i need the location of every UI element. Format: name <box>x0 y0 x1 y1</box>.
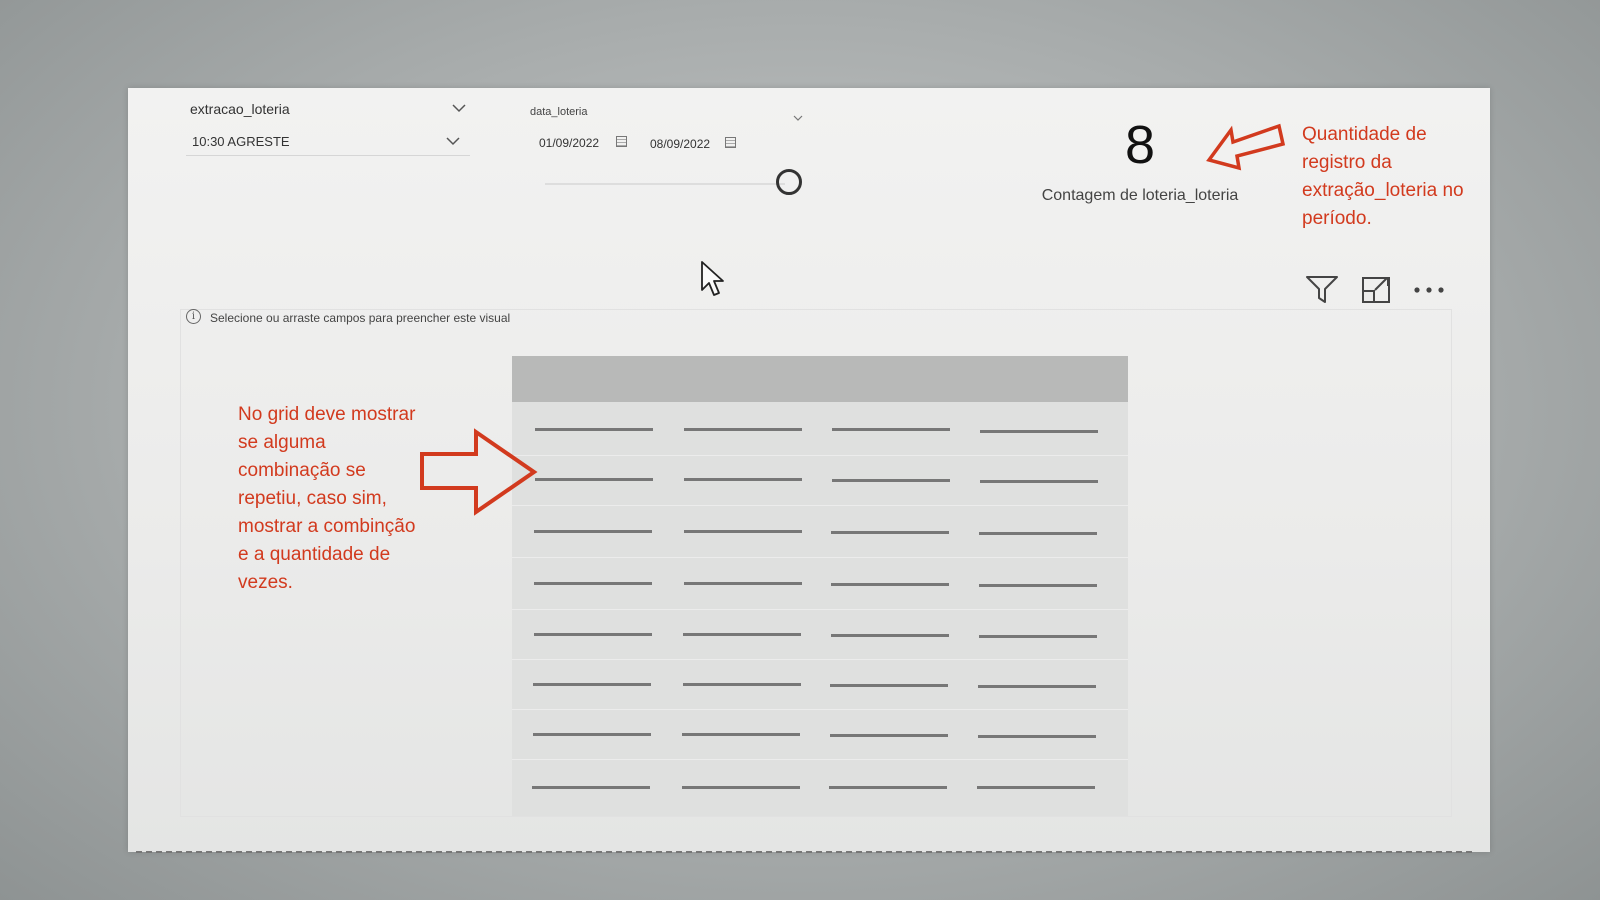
table-placeholder-row-divider <box>512 759 1128 760</box>
calendar-icon[interactable] <box>725 137 736 148</box>
chevron-down-icon[interactable] <box>793 109 803 125</box>
table-placeholder-cell <box>829 786 947 789</box>
table-placeholder-row-divider <box>512 455 1128 456</box>
table-placeholder-cell <box>682 733 800 736</box>
annotation-line: vezes. <box>238 572 293 593</box>
table-placeholder-header <box>512 356 1128 402</box>
focus-mode-icon[interactable] <box>1360 274 1392 304</box>
table-placeholder-cell <box>977 786 1095 789</box>
visual-placeholder-text: Selecione ou arraste campos para preench… <box>210 311 511 325</box>
table-placeholder-row-divider <box>512 505 1128 506</box>
date-range-track[interactable] <box>545 183 785 185</box>
table-placeholder-cell <box>534 633 652 636</box>
table-placeholder-cell <box>684 478 802 481</box>
annotation-line: extração_loteria no <box>1302 180 1464 201</box>
table-placeholder-cell <box>832 428 950 431</box>
calendar-icon[interactable] <box>616 136 627 147</box>
table-placeholder-cell <box>831 531 949 534</box>
annotation-line: registro da <box>1302 152 1392 173</box>
table-placeholder-cell <box>684 582 802 585</box>
table-placeholder-cell <box>535 478 653 481</box>
table-placeholder-row-divider <box>512 709 1128 710</box>
date-range-slider-handle[interactable] <box>776 169 802 195</box>
end-date-input[interactable]: 08/09/2022 <box>650 137 710 151</box>
chevron-down-icon[interactable] <box>452 100 466 116</box>
annotation-line: se alguma <box>238 432 326 453</box>
table-placeholder-cell <box>533 683 651 686</box>
table-placeholder-cell <box>684 530 802 533</box>
more-options-icon[interactable] <box>1413 286 1447 294</box>
table-placeholder-cell <box>535 428 653 431</box>
table-placeholder-cell <box>978 735 1096 738</box>
mouse-cursor-icon <box>701 261 724 296</box>
table-placeholder-cell <box>831 583 949 586</box>
annotation-line: No grid deve mostrar <box>238 404 416 425</box>
slicer-divider <box>186 155 470 156</box>
annotation-line: período. <box>1302 208 1372 229</box>
table-placeholder-cell <box>979 584 1097 587</box>
info-icon: i <box>186 309 201 324</box>
table-placeholder-row-divider <box>512 659 1128 660</box>
slicer-data-title: data_loteria <box>530 106 588 118</box>
table-placeholder-cell <box>683 633 801 636</box>
annotation-line: Quantidade de <box>1302 124 1427 145</box>
table-placeholder-row-divider <box>512 557 1128 558</box>
chevron-down-icon[interactable] <box>446 133 460 149</box>
slicer-extracao-title: extracao_loteria <box>190 101 290 117</box>
annotation-line: e a quantidade de <box>238 544 391 565</box>
canvas-page-border <box>136 851 1472 853</box>
table-placeholder-cell <box>533 733 651 736</box>
table-placeholder-cell <box>830 734 948 737</box>
filter-icon[interactable] <box>1305 274 1339 304</box>
table-placeholder-cell <box>980 430 1098 433</box>
table-placeholder-cell <box>534 582 652 585</box>
card-label: Contagem de loteria_loteria <box>1041 187 1239 204</box>
card-value: 8 <box>1124 115 1156 175</box>
annotation-card-note: Quantidade de registro da extração_loter… <box>1302 121 1492 233</box>
slicer-extracao-dropdown[interactable]: 10:30 AGRESTE <box>192 134 290 149</box>
annotation-arrow-left-icon <box>1206 123 1286 171</box>
table-placeholder-cell <box>979 532 1097 535</box>
annotation-line: repetiu, caso sim, <box>238 488 387 509</box>
table-placeholder-row-divider <box>512 609 1128 610</box>
start-date-input[interactable]: 01/09/2022 <box>539 136 599 150</box>
table-placeholder-cell <box>979 635 1097 638</box>
annotation-line: mostrar a combinção <box>238 516 416 537</box>
table-placeholder-cell <box>532 786 650 789</box>
table-placeholder-cell <box>830 684 948 687</box>
table-placeholder-cell <box>831 634 949 637</box>
table-placeholder-cell <box>832 479 950 482</box>
table-placeholder-cell <box>682 786 800 789</box>
annotation-line: combinação se <box>238 460 366 481</box>
table-placeholder-cell <box>683 683 801 686</box>
table-placeholder-cell <box>980 480 1098 483</box>
annotation-grid-note: No grid deve mostrar se alguma combinaçã… <box>238 401 458 597</box>
table-placeholder-cell <box>978 685 1096 688</box>
table-placeholder-cell <box>534 530 652 533</box>
table-placeholder-cell <box>684 428 802 431</box>
